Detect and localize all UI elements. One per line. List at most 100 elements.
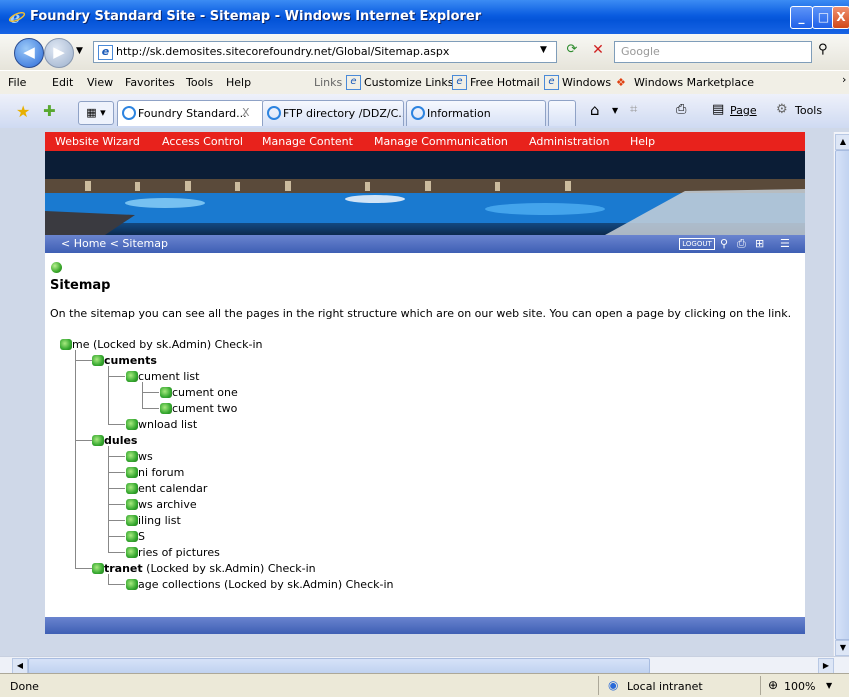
sitemap-icon[interactable]: ⊞ (755, 237, 764, 250)
tab-ftp[interactable]: FTP directory /DDZ/C... (262, 100, 404, 126)
quick-tabs-icon[interactable]: ▦ ▾ (78, 101, 114, 125)
home-dropdown-icon[interactable]: ▼ (612, 106, 618, 115)
menu-edit[interactable]: Edit (52, 76, 73, 89)
ie-link-icon: e (544, 75, 559, 90)
scroll-right-icon[interactable]: ▶ (818, 658, 834, 674)
back-button[interactable]: ◀ (14, 38, 44, 68)
status-bar: Done ◉ Local intranet ⊕ 100% ▼ (0, 673, 849, 697)
tree-line (76, 568, 92, 569)
menu-view[interactable]: View (87, 76, 113, 89)
page-node-icon (92, 355, 104, 366)
stop-icon[interactable]: ✕ (588, 42, 608, 60)
tools-menu-button[interactable]: Tools (795, 104, 822, 117)
zoom-level[interactable]: 100% (784, 680, 815, 693)
status-divider (598, 676, 599, 695)
scroll-thumb[interactable] (28, 658, 650, 674)
page-menu-button[interactable]: Page (730, 104, 757, 117)
forward-button[interactable]: ▶ (44, 38, 74, 68)
tree-item-rss[interactable]: S (138, 530, 145, 543)
close-button[interactable]: X (832, 6, 849, 29)
nav-administration[interactable]: Administration (529, 135, 610, 148)
tree-line (109, 504, 125, 505)
link-customize-links[interactable]: Customize Links (364, 76, 454, 89)
page-node-icon (126, 467, 138, 478)
address-dropdown-icon[interactable]: ▼ (540, 45, 547, 55)
nav-manage-content[interactable]: Manage Content (262, 135, 353, 148)
tree-item-download-list[interactable]: wnload list (138, 418, 197, 431)
security-zone[interactable]: Local intranet (627, 680, 703, 693)
page-node-icon (92, 435, 104, 446)
status-dot-icon (51, 262, 62, 273)
history-dropdown-icon[interactable]: ▼ (76, 46, 83, 56)
nav-website-wizard[interactable]: Website Wizard (55, 135, 140, 148)
menu-help[interactable]: Help (226, 76, 251, 89)
intranet-zone-icon: ◉ (608, 678, 619, 692)
print-icon[interactable]: ⎙ (676, 102, 686, 117)
tree-item-image-collections[interactable]: age collections (Locked by sk.Admin) Che… (138, 578, 394, 591)
tree-item-document-two[interactable]: cument two (172, 402, 237, 415)
menu-file[interactable]: File (8, 76, 26, 89)
list-icon[interactable]: ☰ (780, 237, 790, 250)
tree-item-home[interactable]: me (Locked by sk.Admin) Check-in (72, 338, 262, 351)
favorites-star-icon[interactable]: ★ (16, 102, 30, 121)
page-node-icon (160, 387, 172, 398)
tree-item-documents[interactable]: cuments (104, 354, 157, 367)
scroll-left-icon[interactable]: ◀ (12, 658, 28, 674)
tree-item-news-archive[interactable]: ws archive (138, 498, 197, 511)
refresh-icon[interactable]: ⟳ (562, 42, 582, 60)
footer-bar (45, 617, 805, 634)
tree-item-mailing-list[interactable]: iling list (138, 514, 181, 527)
scroll-down-icon[interactable]: ▼ (835, 640, 849, 656)
nav-access-control[interactable]: Access Control (162, 135, 243, 148)
tree-line (76, 360, 92, 361)
tab-information[interactable]: Information (406, 100, 546, 126)
tree-line (143, 392, 159, 393)
page-node-icon (126, 579, 138, 590)
menu-favorites[interactable]: Favorites (125, 76, 175, 89)
home-icon[interactable]: ⌂ (590, 101, 600, 119)
search-icon[interactable]: ⚲ (720, 237, 728, 250)
tree-item-extranet[interactable]: tranet (Locked by sk.Admin) Check-in (104, 562, 316, 575)
print-icon[interactable]: ⎙ (737, 237, 746, 251)
tree-line (143, 408, 159, 409)
add-favorite-icon[interactable]: ✚ (43, 102, 56, 120)
tree-item-event-calendar[interactable]: ent calendar (138, 482, 207, 495)
tree-item-document-one[interactable]: cument one (172, 386, 238, 399)
link-windows[interactable]: Windows (562, 76, 611, 89)
search-icon[interactable]: ⚲ (818, 42, 828, 57)
intro-text: On the sitemap you can see all the pages… (50, 307, 792, 320)
tree-item-modules[interactable]: dules (104, 434, 137, 447)
tree-item-mini-forum[interactable]: ni forum (138, 466, 184, 479)
feeds-icon[interactable]: ⌗ (630, 102, 637, 117)
logout-button[interactable]: LOGOUT (679, 238, 715, 250)
tree-line (108, 366, 109, 425)
link-windows-marketplace[interactable]: Windows Marketplace (634, 76, 754, 89)
tree-line (109, 584, 125, 585)
new-tab-button[interactable] (548, 100, 576, 126)
horizontal-scrollbar[interactable]: ◀ ▶ (0, 656, 849, 674)
minimize-button[interactable]: _ (790, 6, 813, 29)
nav-help[interactable]: Help (630, 135, 655, 148)
tree-line (76, 440, 92, 441)
search-input[interactable]: Google (614, 41, 812, 63)
link-free-hotmail[interactable]: Free Hotmail (470, 76, 540, 89)
window-title: Foundry Standard Site - Sitemap - Window… (30, 9, 482, 24)
scroll-thumb[interactable] (835, 150, 849, 640)
tree-line (109, 488, 125, 489)
tree-item-document-list[interactable]: cument list (138, 370, 199, 383)
breadcrumb[interactable]: < Home < Sitemap (61, 237, 168, 250)
tree-item-news[interactable]: ws (138, 450, 153, 463)
chevron-right-icon[interactable]: › (842, 73, 846, 86)
tree-item-series-of-pictures[interactable]: ries of pictures (138, 546, 220, 559)
vertical-scrollbar[interactable]: ▲ ▼ (833, 132, 849, 656)
title-bar: e Foundry Standard Site - Sitemap - Wind… (0, 0, 849, 34)
tree-line (109, 472, 125, 473)
tab-close-icon[interactable]: X (242, 106, 250, 119)
tree-line (75, 350, 76, 569)
nav-manage-communication[interactable]: Manage Communication (374, 135, 508, 148)
address-bar[interactable]: e http://sk.demosites.sitecorefoundry.ne… (93, 41, 557, 63)
menu-tools[interactable]: Tools (186, 76, 213, 89)
scroll-up-icon[interactable]: ▲ (835, 134, 849, 150)
page-node-icon (126, 451, 138, 462)
zoom-dropdown-icon[interactable]: ▼ (826, 681, 832, 690)
